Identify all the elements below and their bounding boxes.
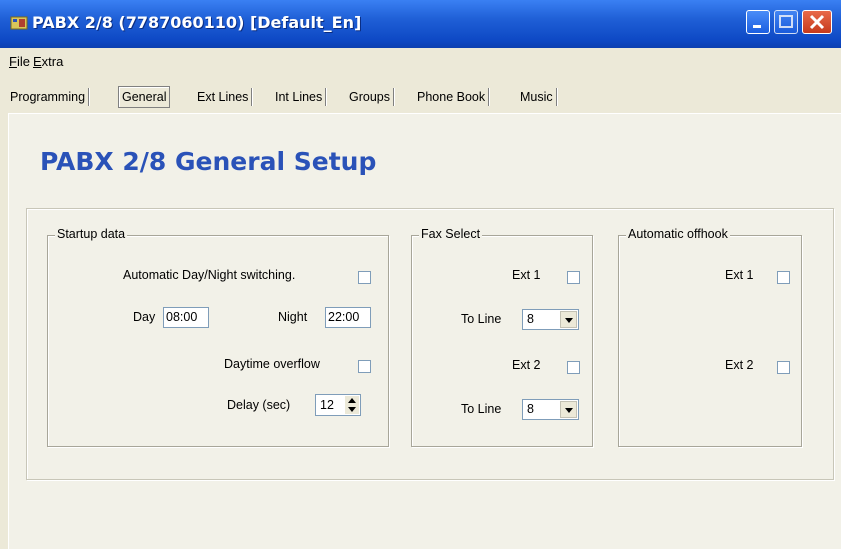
fax-select-legend: Fax Select — [419, 227, 483, 241]
day-time-input[interactable]: 08:00 — [163, 307, 209, 328]
tab-ext-lines[interactable]: Ext Lines — [194, 88, 253, 106]
startup-data-group: Startup data Automatic Day/Night switchi… — [47, 227, 389, 447]
tab-music[interactable]: Music — [517, 88, 557, 106]
day-label: Day — [133, 310, 156, 324]
auto-switch-label: Automatic Day/Night switching. — [123, 268, 296, 282]
fax-toline1-select[interactable]: 8 — [522, 309, 579, 330]
menu-bar: File Extra — [0, 48, 841, 74]
tab-int-lines[interactable]: Int Lines — [272, 88, 327, 106]
menu-extra[interactable]: Extra — [33, 54, 63, 69]
offhook-ext2-checkbox[interactable] — [777, 361, 790, 374]
tab-programming[interactable]: Programming — [7, 88, 90, 106]
spin-down-icon[interactable] — [348, 407, 356, 412]
title-bar[interactable]: PABX 2/8 (7787060110) [Default_En] — [0, 0, 841, 48]
offhook-ext2-label: Ext 2 — [725, 358, 754, 372]
tab-phone-book[interactable]: Phone Book — [414, 88, 490, 106]
night-label: Night — [278, 310, 308, 324]
daytime-overflow-label: Daytime overflow — [224, 357, 320, 371]
dropdown-arrow-icon[interactable] — [560, 401, 577, 418]
automatic-offhook-group: Automatic offhook Ext 1 Ext 2 — [618, 227, 802, 447]
tab-general[interactable]: General — [118, 86, 171, 108]
tab-groups[interactable]: Groups — [346, 88, 394, 106]
offhook-ext1-label: Ext 1 — [725, 268, 754, 282]
minimize-icon — [753, 25, 761, 28]
night-time-input[interactable]: 22:00 — [325, 307, 371, 328]
app-icon — [10, 16, 28, 30]
fax-ext2-label: Ext 2 — [512, 358, 541, 372]
fax-toline2-value: 8 — [527, 402, 534, 416]
daytime-overflow-checkbox[interactable] — [358, 360, 371, 373]
fax-ext1-checkbox[interactable] — [567, 271, 580, 284]
automatic-offhook-legend: Automatic offhook — [626, 227, 730, 241]
fax-toline1-label: To Line — [461, 312, 502, 326]
maximize-button[interactable] — [774, 10, 798, 34]
menu-file[interactable]: File — [9, 54, 30, 69]
general-tab-panel: PABX 2/8 General Setup Startup data Auto… — [8, 113, 841, 549]
delay-spinner[interactable]: 12 — [315, 394, 361, 416]
delay-value: 12 — [320, 398, 334, 412]
minimize-button[interactable] — [746, 10, 770, 34]
fax-toline1-value: 8 — [527, 312, 534, 326]
spinner-buttons[interactable] — [345, 396, 359, 414]
window-title: PABX 2/8 (7787060110) [Default_En] — [32, 13, 362, 32]
offhook-ext1-checkbox[interactable] — [777, 271, 790, 284]
close-button[interactable] — [802, 10, 832, 34]
fax-ext2-checkbox[interactable] — [567, 361, 580, 374]
fax-ext1-label: Ext 1 — [512, 268, 541, 282]
maximize-icon — [779, 15, 793, 28]
auto-switch-checkbox[interactable] — [358, 271, 371, 284]
delay-label: Delay (sec) — [227, 398, 291, 412]
close-icon — [809, 14, 825, 30]
spin-up-icon[interactable] — [348, 398, 356, 403]
dropdown-arrow-icon[interactable] — [560, 311, 577, 328]
startup-data-legend: Startup data — [55, 227, 128, 241]
fax-toline2-label: To Line — [461, 402, 502, 416]
app-window: PABX 2/8 (7787060110) [Default_En] File … — [0, 0, 841, 549]
tab-strip: Programming General Ext Lines Int Lines … — [0, 80, 841, 110]
fax-select-group: Fax Select Ext 1 To Line 8 Ext 2 To Line… — [411, 227, 593, 447]
page-title: PABX 2/8 General Setup — [40, 147, 377, 176]
fax-toline2-select[interactable]: 8 — [522, 399, 579, 420]
settings-frame: Startup data Automatic Day/Night switchi… — [26, 208, 834, 480]
